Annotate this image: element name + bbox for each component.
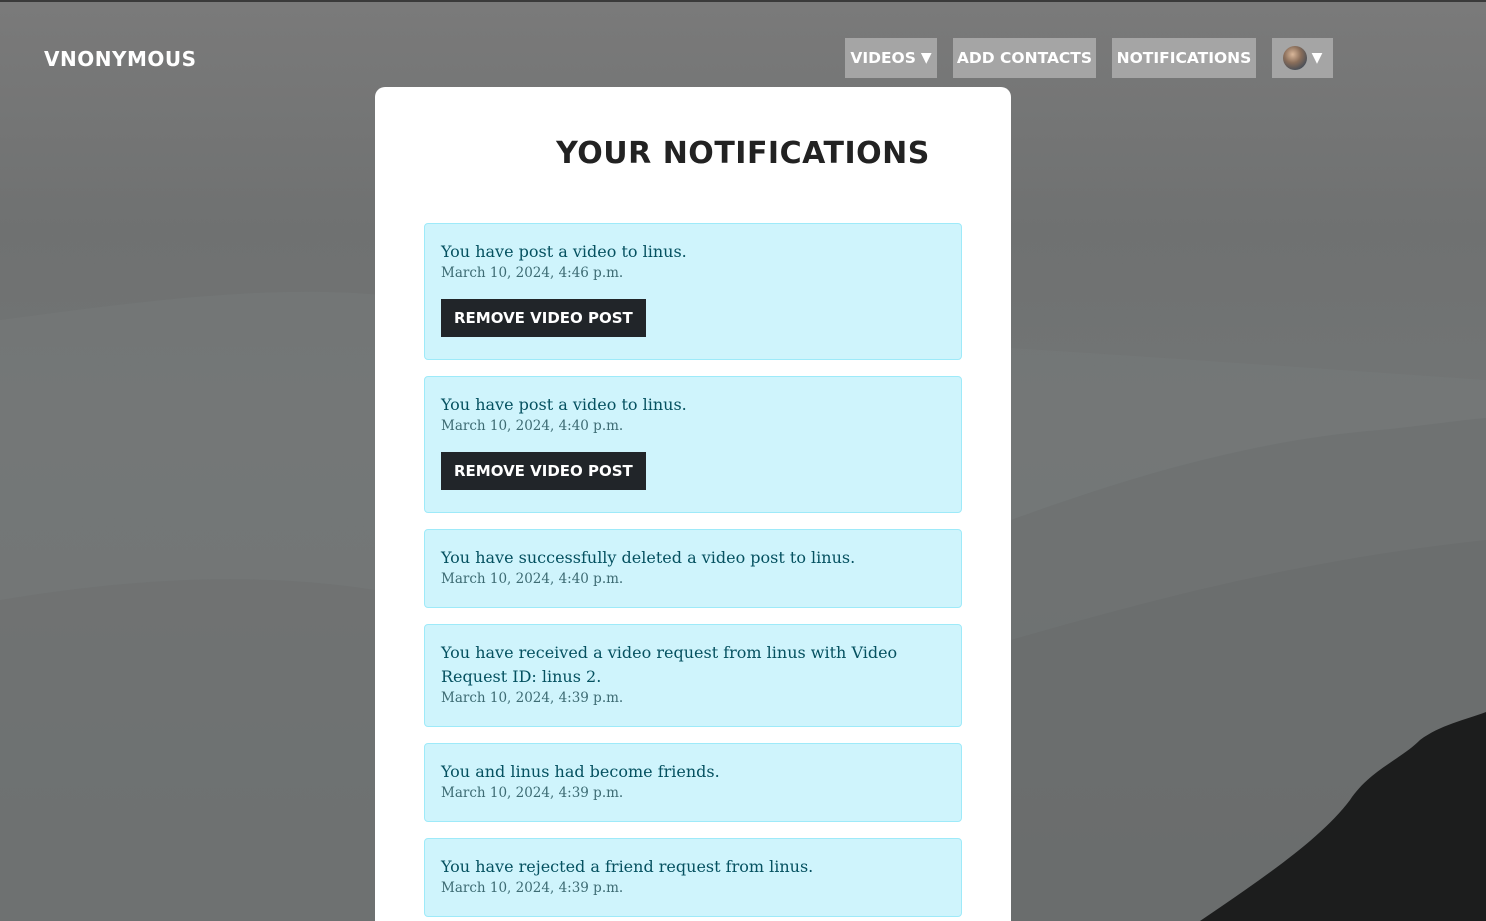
notification-timestamp: March 10, 2024, 4:40 p.m.	[441, 571, 624, 587]
page-title: YOUR NOTIFICATIONS	[556, 136, 930, 171]
notification-item: You have rejected a friend request from …	[424, 838, 962, 917]
avatar	[1282, 46, 1307, 70]
notification-message: You have received a video request from l…	[441, 643, 898, 686]
notification-timestamp: March 10, 2024, 4:46 p.m.	[441, 265, 624, 281]
user-menu-dropdown[interactable]: ▼	[1272, 38, 1333, 78]
notification-item: You have successfully deleted a video po…	[424, 529, 962, 608]
notification-message: You have successfully deleted a video po…	[441, 548, 856, 567]
brand-logo[interactable]: VNONYMOUS	[44, 47, 197, 71]
notification-timestamp: March 10, 2024, 4:40 p.m.	[441, 418, 624, 434]
notification-message: You have rejected a friend request from …	[441, 857, 814, 876]
nav-add-contacts-button[interactable]: ADD CONTACTS	[953, 38, 1096, 78]
nav-videos-dropdown[interactable]: VIDEOS ▼	[845, 38, 937, 78]
caret-down-icon: ▼	[920, 50, 932, 66]
remove-video-post-button[interactable]: REMOVE VIDEO POST	[441, 299, 646, 337]
caret-down-icon: ▼	[1311, 50, 1323, 66]
nav-videos-label: VIDEOS	[850, 49, 916, 67]
notification-item: You have post a video to linus. March 10…	[424, 223, 962, 360]
notification-message: You and linus had become friends.	[441, 762, 720, 781]
remove-video-post-button[interactable]: REMOVE VIDEO POST	[441, 452, 646, 490]
notification-timestamp: March 10, 2024, 4:39 p.m.	[441, 690, 624, 706]
notification-message: You have post a video to linus.	[441, 242, 687, 261]
notification-message: You have post a video to linus.	[441, 395, 687, 414]
notification-item: You have post a video to linus. March 10…	[424, 376, 962, 513]
notification-item: You and linus had become friends. March …	[424, 743, 962, 822]
notification-timestamp: March 10, 2024, 4:39 p.m.	[441, 880, 624, 896]
notification-item: You have received a video request from l…	[424, 624, 962, 727]
nav-notifications-button[interactable]: NOTIFICATIONS	[1112, 38, 1256, 78]
notification-timestamp: March 10, 2024, 4:39 p.m.	[441, 785, 624, 801]
